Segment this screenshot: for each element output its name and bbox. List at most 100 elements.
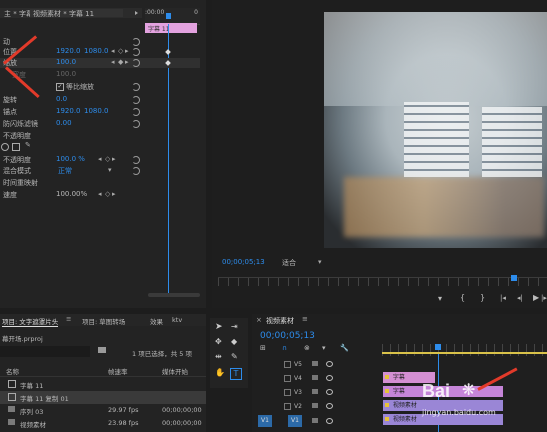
hand-tool-icon[interactable]: ✋ bbox=[215, 368, 225, 377]
razor-tool-icon[interactable]: ◆ bbox=[231, 337, 237, 346]
selection-tool-icon[interactable]: ➤ bbox=[215, 322, 223, 332]
speed-value[interactable]: 100.00% bbox=[56, 190, 87, 198]
track-header-v5[interactable]: V5 bbox=[278, 359, 378, 371]
reset-icon[interactable] bbox=[132, 167, 140, 175]
mark-in-icon[interactable]: { bbox=[460, 293, 465, 302]
sync-lock-icon[interactable] bbox=[312, 375, 318, 380]
playhead-marker[interactable] bbox=[166, 13, 171, 19]
timeline-tab[interactable]: 视频素材 bbox=[266, 316, 294, 326]
timeline-timecode[interactable]: 00;00;05;13 bbox=[260, 331, 315, 341]
rect-mask-icon[interactable] bbox=[12, 143, 20, 151]
tab-project-sketch[interactable]: 项目: 草图转场 bbox=[82, 316, 125, 326]
sync-lock-icon[interactable] bbox=[312, 361, 318, 366]
eye-icon[interactable] bbox=[326, 389, 333, 395]
column-name[interactable]: 名称 bbox=[6, 366, 19, 376]
position-row[interactable]: 位置 1920.0 1080.0 ◂ ◇ ▸ bbox=[0, 47, 200, 57]
rotation-row[interactable]: 旋转 0.0 bbox=[0, 95, 142, 105]
anchor-y-value[interactable]: 1080.0 bbox=[84, 107, 109, 115]
position-x-value[interactable]: 1920.0 bbox=[56, 47, 81, 55]
anti-flicker-value[interactable]: 0.00 bbox=[56, 119, 72, 127]
reset-icon[interactable] bbox=[132, 83, 140, 91]
position-y-value[interactable]: 1080.0 bbox=[84, 47, 109, 55]
program-playhead[interactable] bbox=[511, 275, 517, 281]
uniform-scale-checkbox[interactable]: ✓ bbox=[56, 83, 64, 91]
track-header-v3[interactable]: V3 bbox=[278, 387, 378, 399]
snap-icon[interactable]: ∩ bbox=[282, 344, 287, 352]
folder-icon[interactable] bbox=[98, 347, 106, 353]
rotation-value[interactable]: 0.0 bbox=[56, 95, 67, 103]
program-timecode[interactable]: 00;00;05;13 bbox=[222, 258, 265, 266]
sync-lock-icon[interactable] bbox=[312, 418, 318, 423]
reset-icon[interactable] bbox=[132, 38, 140, 46]
add-keyframe-icon[interactable]: ◇ bbox=[105, 190, 110, 198]
reset-icon[interactable] bbox=[132, 59, 140, 67]
prev-keyframe-icon[interactable]: ◂ bbox=[111, 58, 115, 66]
column-media-start[interactable]: 媒体开始 bbox=[162, 366, 188, 376]
effect-scrollbar[interactable] bbox=[148, 293, 200, 297]
tab-menu-icon[interactable]: ≡ bbox=[66, 315, 71, 323]
tab-ktv[interactable]: ktv bbox=[172, 316, 182, 324]
blend-mode-row[interactable]: 混合模式 正常 ▾ bbox=[0, 166, 142, 176]
chevron-down-icon[interactable]: ▾ bbox=[318, 258, 322, 266]
marker-in-icon[interactable]: ▾ bbox=[438, 294, 442, 303]
next-keyframe-icon[interactable]: ▸ bbox=[112, 155, 116, 163]
go-to-in-icon[interactable]: |◂ bbox=[500, 294, 506, 302]
reset-icon[interactable] bbox=[132, 120, 140, 128]
timeline-ruler[interactable] bbox=[382, 344, 547, 356]
nest-icon[interactable]: ⊞ bbox=[260, 344, 266, 352]
sync-lock-icon[interactable] bbox=[312, 389, 318, 394]
anchor-row[interactable]: 锚点 1920.0 1080.0 bbox=[0, 107, 142, 117]
ripple-edit-icon[interactable]: ✥ bbox=[215, 337, 222, 346]
timeline-playhead[interactable] bbox=[435, 344, 441, 350]
eye-icon[interactable] bbox=[326, 403, 333, 409]
tab-effects[interactable]: 效果 bbox=[150, 316, 163, 326]
pen-tool-icon[interactable]: ✎ bbox=[231, 352, 238, 361]
tab-project-text-mask[interactable]: 项目: 文字遮罩片头 bbox=[2, 316, 59, 327]
work-area-bar[interactable] bbox=[382, 352, 547, 354]
mark-out-icon[interactable]: } bbox=[480, 293, 485, 302]
source-patch-v1[interactable]: V1 bbox=[258, 415, 272, 427]
step-forward-icon[interactable]: |▸ bbox=[541, 294, 547, 302]
track-target-v1[interactable]: V1 bbox=[288, 415, 302, 427]
chevron-down-icon[interactable]: ▾ bbox=[108, 166, 112, 174]
opacity-row[interactable]: 不透明度 100.0 % ◂ ◇ ▸ bbox=[0, 155, 142, 165]
track-lock-icon[interactable] bbox=[284, 361, 291, 368]
prev-keyframe-icon[interactable]: ◂ bbox=[98, 155, 102, 163]
track-lock-icon[interactable] bbox=[284, 375, 291, 382]
fit-dropdown[interactable]: 适合 bbox=[282, 258, 296, 268]
program-scrub-bar[interactable] bbox=[218, 275, 547, 286]
list-item[interactable]: 字幕 11 bbox=[0, 378, 206, 391]
scale-row[interactable]: 缩放 100.0 ◂ ◆ ▸ bbox=[0, 58, 200, 68]
add-keyframe-icon[interactable]: ◇ bbox=[105, 155, 110, 163]
keyframe-diamond[interactable] bbox=[165, 60, 171, 66]
column-fps[interactable]: 帧速率 bbox=[108, 366, 128, 376]
keyframe-diamond[interactable] bbox=[165, 49, 171, 55]
project-search-input[interactable] bbox=[0, 346, 90, 357]
reset-icon[interactable] bbox=[132, 108, 140, 116]
opacity-section-row[interactable]: 不透明度 bbox=[0, 131, 142, 141]
list-item[interactable]: 字幕 11 复制 01 bbox=[0, 391, 206, 404]
add-keyframe-icon[interactable]: ◆ bbox=[118, 58, 123, 66]
type-tool-icon[interactable]: T bbox=[230, 368, 242, 380]
linked-select-icon[interactable]: ⊗ bbox=[304, 344, 310, 352]
eye-icon[interactable] bbox=[326, 418, 333, 424]
play-only-icon[interactable] bbox=[135, 11, 138, 15]
track-header-v1[interactable]: V1 V1 bbox=[258, 415, 378, 428]
reset-icon[interactable] bbox=[132, 96, 140, 104]
slip-tool-icon[interactable]: ⇹ bbox=[215, 352, 222, 361]
play-icon[interactable]: ▶ bbox=[533, 293, 539, 302]
scale-value[interactable]: 100.0 bbox=[56, 58, 76, 66]
anchor-x-value[interactable]: 1920.0 bbox=[56, 107, 81, 115]
prev-keyframe-icon[interactable]: ◂ bbox=[111, 47, 115, 55]
track-header-v4[interactable]: V4 bbox=[278, 373, 378, 385]
mask-tools-row[interactable]: ✎ bbox=[0, 141, 142, 152]
next-keyframe-icon[interactable]: ▸ bbox=[112, 190, 116, 198]
pen-mask-icon[interactable]: ✎ bbox=[25, 141, 31, 149]
track-lock-icon[interactable] bbox=[284, 403, 291, 410]
next-keyframe-icon[interactable]: ▸ bbox=[125, 58, 129, 66]
speed-row[interactable]: 速度 100.00% ◂ ◇ ▸ bbox=[0, 190, 142, 200]
wrench-icon[interactable]: 🔧 bbox=[340, 344, 349, 352]
list-item[interactable]: 视频素材 23.98 fps 00;00;00;00 bbox=[0, 417, 206, 430]
sync-lock-icon[interactable] bbox=[312, 403, 318, 408]
prev-keyframe-icon[interactable]: ◂ bbox=[98, 190, 102, 198]
